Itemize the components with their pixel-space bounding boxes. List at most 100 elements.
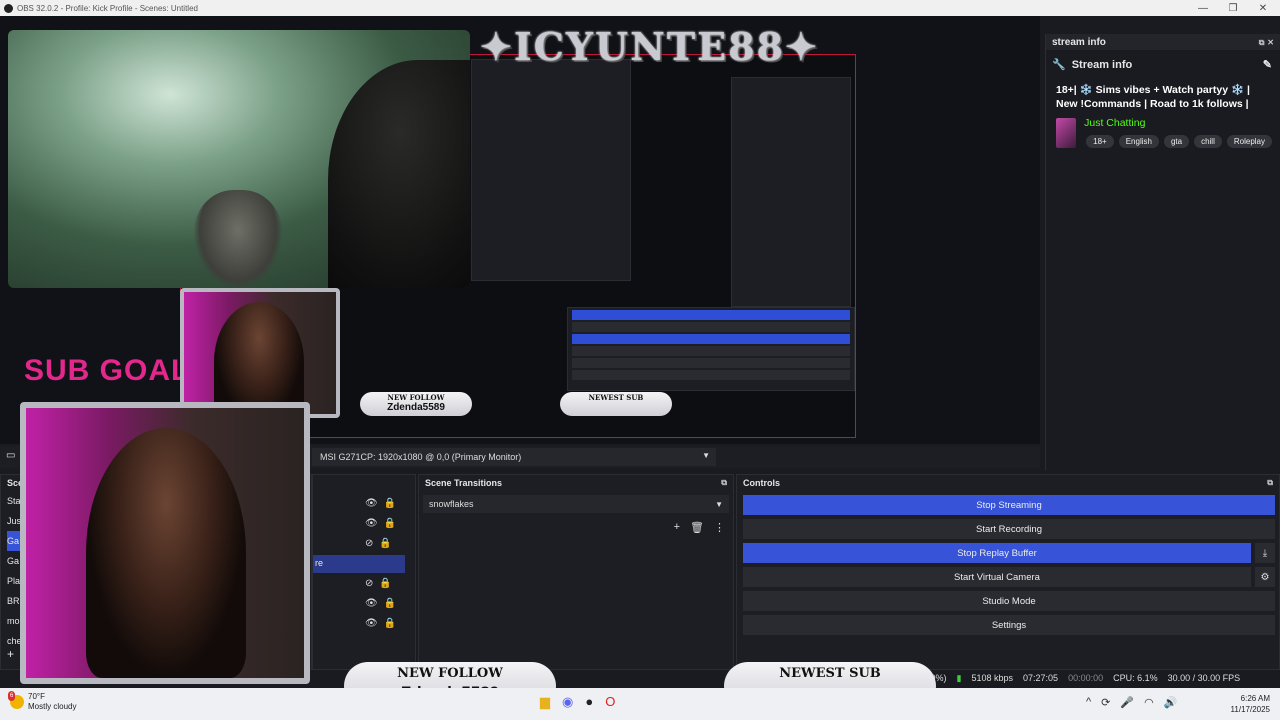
controls-panel: Controls ⧉ Stop Streaming Start Recordin…: [736, 474, 1280, 670]
wrench-icon: 🔧: [1052, 59, 1066, 71]
stream-info-dock-title: stream info: [1052, 36, 1106, 48]
weather-desc: Mostly cloudy: [28, 702, 77, 711]
lock-icon[interactable]: 🔒: [379, 578, 391, 589]
nested-follow-label: NEW FOLLOW: [387, 393, 445, 402]
lock-icon[interactable]: 🔒: [384, 618, 396, 629]
signal-icon: ▮: [956, 672, 962, 683]
lock-icon[interactable]: 🔒: [384, 498, 396, 509]
close-dock-icon[interactable]: ✕: [1267, 38, 1274, 47]
transition-toolbar: + 🗑 ⋮: [419, 517, 733, 538]
lock-icon[interactable]: 🔒: [384, 598, 396, 609]
sources-panel: 👁 🔒 👁 🔒 ⊘ 🔒 re ⊘ 🔒 👁 🔒 👁 🔒: [312, 474, 416, 670]
add-icon[interactable]: +: [674, 521, 680, 534]
source-row-selected[interactable]: re: [313, 555, 405, 573]
eye-icon[interactable]: 👁: [365, 598, 378, 609]
stream-time: 07:27:05: [1023, 673, 1059, 683]
stop-replay-buffer-button[interactable]: Stop Replay Buffer: [743, 543, 1251, 563]
folder-icon[interactable]: ▆: [540, 694, 550, 710]
float-dock-icon[interactable]: ⧉: [1259, 38, 1265, 47]
rec-time: 00:00:00: [1068, 673, 1104, 683]
float-dock-icon[interactable]: ⧉: [1267, 478, 1273, 488]
tag-list: 18+ English gta chill Roleplay: [1086, 135, 1272, 148]
add-scene-button[interactable]: +: [7, 647, 14, 661]
fps: 30.00 / 30.00 FPS: [1167, 673, 1241, 683]
notification-badge: 6: [8, 691, 16, 701]
taskbar-clock[interactable]: 6:26 AM 11/17/2025: [1218, 693, 1270, 715]
nested-studio-mode: [572, 358, 850, 368]
source-row[interactable]: 👁 🔒: [365, 515, 405, 531]
nested-start-recording: [572, 322, 850, 332]
stream-info-heading-row: 🔧 Stream info ✎: [1046, 50, 1280, 75]
window-titlebar: OBS 32.0.2 - Profile: Kick Profile - Sce…: [0, 0, 1280, 16]
transition-select[interactable]: snowflakes ▼: [423, 495, 729, 513]
trash-icon[interactable]: 🗑: [690, 521, 704, 534]
monitor-select-value: MSI G271CP: 1920x1080 @ 0,0 (Primary Mon…: [320, 452, 522, 462]
close-button[interactable]: ✕: [1248, 0, 1278, 16]
viewer-silhouette: [328, 60, 470, 288]
nested-webcam-person: [214, 302, 304, 414]
source-row[interactable]: 👁 🔒: [365, 615, 405, 631]
lock-icon[interactable]: 🔒: [379, 538, 391, 549]
nested-settings: [572, 370, 850, 380]
scene-transitions-header: Scene Transitions ⧉: [419, 475, 733, 491]
monitor-select[interactable]: MSI G271CP: 1920x1080 @ 0,0 (Primary Mon…: [312, 448, 716, 466]
source-row[interactable]: 👁 🔒: [365, 495, 405, 511]
more-vertical-icon[interactable]: ⋮: [714, 521, 725, 534]
eye-icon[interactable]: 👁: [365, 518, 378, 529]
scene-transitions-title: Scene Transitions: [425, 478, 503, 488]
obs-logo-icon: [4, 3, 13, 13]
minimize-button[interactable]: —: [1188, 0, 1218, 16]
clock-date: 11/17/2025: [1230, 705, 1270, 714]
source-row[interactable]: ⊘ 🔒: [365, 535, 405, 551]
clock-time: 6:26 AM: [1240, 694, 1270, 703]
sync-icon[interactable]: ⟳: [1101, 696, 1110, 709]
newest-sub-label: NEWEST SUB: [779, 666, 881, 681]
chevron-down-icon: ▼: [702, 451, 710, 460]
stream-category: Just Chatting: [1084, 117, 1146, 129]
taskbar-apps: ▆ ◉ ● O: [540, 694, 615, 710]
eye-icon[interactable]: 👁: [365, 498, 378, 509]
float-dock-icon[interactable]: ⧉: [721, 478, 727, 488]
stream-info-dock-header: stream info ⧉ ✕: [1046, 34, 1280, 50]
transition-select-value: snowflakes: [429, 499, 474, 509]
studio-mode-button[interactable]: Studio Mode: [743, 591, 1275, 611]
eye-hidden-icon[interactable]: ⊘: [365, 578, 373, 589]
scene-transitions-panel: Scene Transitions ⧉ snowflakes ▼ + 🗑 ⋮: [418, 474, 734, 670]
obs-icon[interactable]: ●: [585, 694, 593, 710]
eye-icon[interactable]: 👁: [365, 618, 378, 629]
monitor-icon: ▭: [6, 450, 16, 461]
source-row[interactable]: 👁 🔒: [365, 595, 405, 611]
lock-icon[interactable]: 🔒: [384, 518, 396, 529]
virtual-camera-row: Start Virtual Camera ⚙: [737, 563, 1279, 587]
volume-icon[interactable]: 🔊: [1164, 696, 1178, 709]
nested-sub-label: NEWEST SUB: [588, 393, 644, 402]
weather-widget[interactable]: 6 70°F Mostly cloudy: [8, 691, 77, 712]
new-follow-label: NEW FOLLOW: [397, 666, 503, 681]
discord-icon[interactable]: ◉: [562, 694, 573, 710]
nested-stop-streaming: [572, 310, 850, 320]
weather-temp: 70°F: [28, 692, 45, 701]
eye-hidden-icon[interactable]: ⊘: [365, 538, 373, 549]
opera-icon[interactable]: O: [605, 694, 615, 710]
chevron-down-icon: ▼: [715, 499, 723, 509]
mic-icon[interactable]: 🎤: [1120, 696, 1134, 709]
preview-area[interactable]: ✦ICYUNTE88✦ SUB GOAL: 27/50: [0, 16, 1040, 444]
window-title: OBS 32.0.2 - Profile: Kick Profile - Sce…: [17, 3, 198, 13]
save-replay-download-icon[interactable]: ⤓: [1255, 543, 1275, 563]
nested-webcam-frame: [180, 288, 340, 418]
edit-pencil-icon[interactable]: ✎: [1263, 58, 1272, 71]
chevron-up-icon[interactable]: ^: [1086, 696, 1091, 709]
tag: English: [1118, 135, 1159, 148]
stream-info-heading: Stream info: [1071, 58, 1133, 71]
wifi-icon[interactable]: ◠: [1144, 696, 1154, 709]
maximize-button[interactable]: ❐: [1218, 0, 1248, 16]
cpu-usage: CPU: 6.1%: [1113, 673, 1158, 683]
nested-sub-alert: NEWEST SUB: [560, 392, 672, 416]
gear-icon[interactable]: ⚙: [1255, 567, 1275, 587]
stop-streaming-button[interactable]: Stop Streaming: [743, 495, 1275, 515]
start-recording-button[interactable]: Start Recording: [743, 519, 1275, 539]
stream-info-dock: stream info ⧉ ✕ 🔧 Stream info ✎ 18+| ❄️ …: [1045, 34, 1280, 470]
settings-button[interactable]: Settings: [743, 615, 1275, 635]
start-virtual-camera-button[interactable]: Start Virtual Camera: [743, 567, 1251, 587]
source-row[interactable]: ⊘ 🔒: [365, 575, 405, 591]
